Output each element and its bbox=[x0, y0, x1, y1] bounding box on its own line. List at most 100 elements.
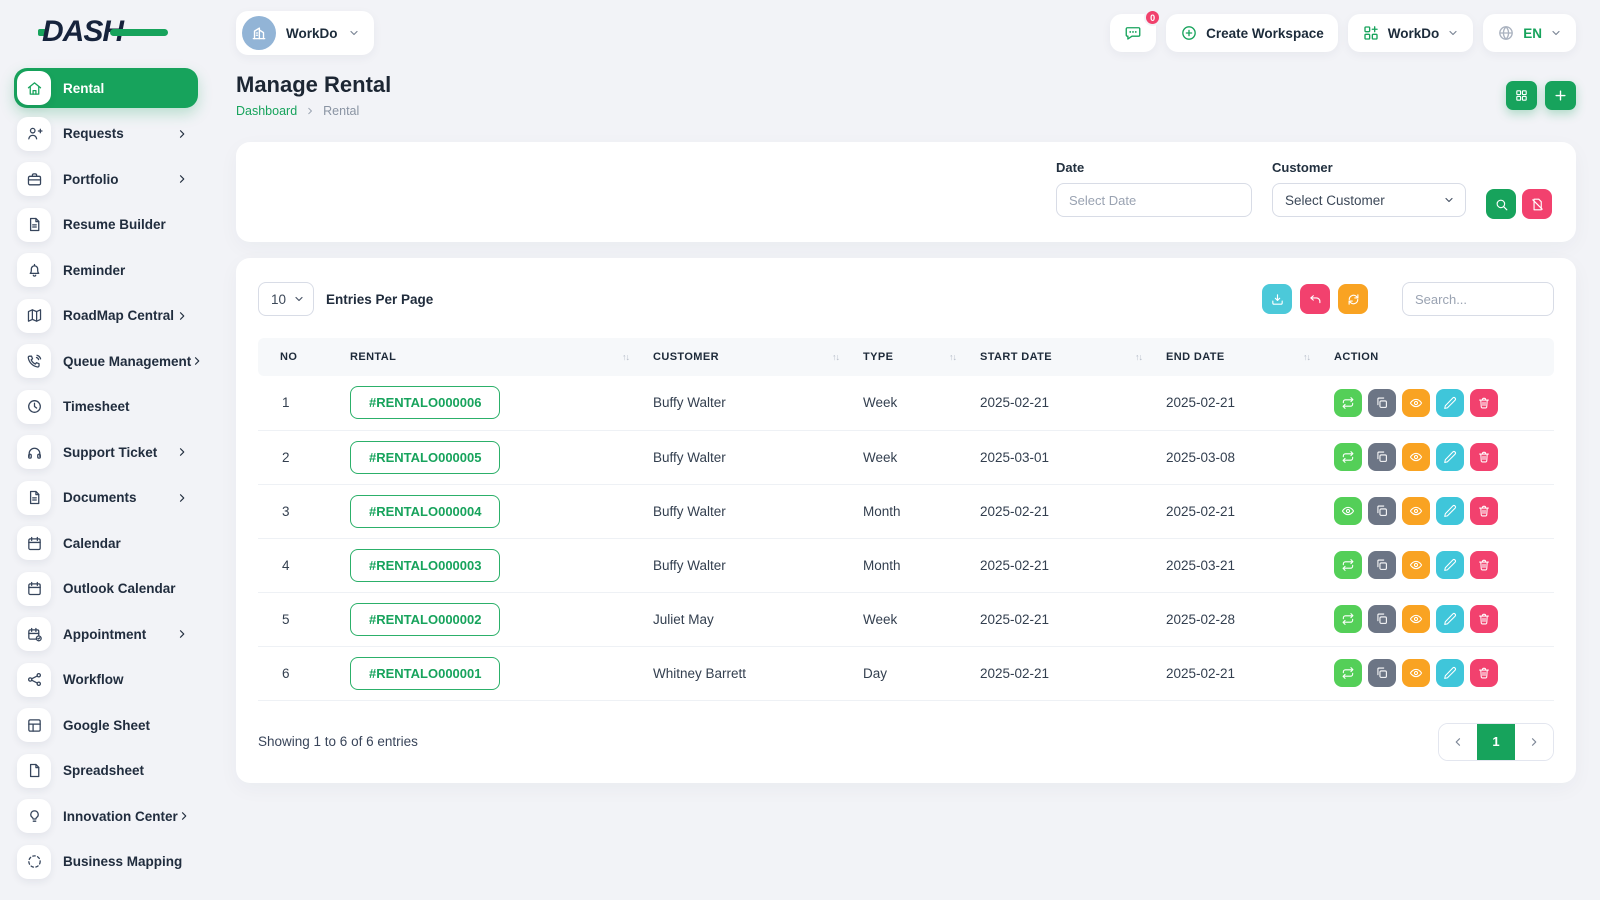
sidebar-item-outlook-calendar[interactable]: Outlook Calendar bbox=[14, 569, 198, 609]
eye-action-button[interactable] bbox=[1402, 605, 1430, 633]
app-root: DASH Rental Requests Portfolio Resume Bu… bbox=[0, 0, 1600, 900]
sidebar-item-workflow[interactable]: Workflow bbox=[14, 660, 198, 700]
workspace-selector[interactable]: WorkDo bbox=[236, 11, 374, 55]
sidebar-item-support-ticket[interactable]: Support Ticket bbox=[14, 432, 198, 472]
eye-icon bbox=[1409, 558, 1423, 572]
rental-id-link[interactable]: #RENTALO000004 bbox=[350, 495, 500, 528]
undo-button[interactable] bbox=[1300, 284, 1330, 314]
sidebar-item-business-mapping[interactable]: Business Mapping bbox=[14, 842, 198, 882]
pencil-action-button[interactable] bbox=[1436, 659, 1464, 687]
brand-logo[interactable]: DASH bbox=[14, 0, 198, 64]
clear-filter-button[interactable] bbox=[1522, 189, 1552, 219]
cell-no: 5 bbox=[258, 592, 338, 646]
pencil-action-button[interactable] bbox=[1436, 551, 1464, 579]
rental-id-link[interactable]: #RENTALO000006 bbox=[350, 386, 500, 419]
copy-icon bbox=[1375, 666, 1389, 680]
pagination: 1 bbox=[1438, 723, 1554, 761]
rental-id-link[interactable]: #RENTALO000001 bbox=[350, 657, 500, 690]
grid-view-button[interactable] bbox=[1506, 81, 1537, 110]
apply-filter-button[interactable] bbox=[1486, 189, 1516, 219]
sidebar-item-calendar[interactable]: Calendar bbox=[14, 523, 198, 563]
rental-id-link[interactable]: #RENTALO000002 bbox=[350, 603, 500, 636]
sidebar-item-reminder[interactable]: Reminder bbox=[14, 250, 198, 290]
pagination-next-button[interactable] bbox=[1515, 724, 1553, 760]
column-header-type[interactable]: TYPE↑↓ bbox=[851, 338, 968, 376]
pencil-action-button[interactable] bbox=[1436, 497, 1464, 525]
sidebar-item-resume-builder[interactable]: Resume Builder bbox=[14, 205, 198, 245]
chevron-right-icon bbox=[176, 628, 188, 640]
copy-action-button[interactable] bbox=[1368, 443, 1396, 471]
export-button[interactable] bbox=[1262, 284, 1292, 314]
sidebar-item-appointment[interactable]: Appointment bbox=[14, 614, 198, 654]
sidebar-item-rental[interactable]: Rental bbox=[14, 68, 198, 108]
repeat-action-button[interactable] bbox=[1334, 659, 1362, 687]
trash-action-button[interactable] bbox=[1470, 389, 1498, 417]
eye-action-button[interactable] bbox=[1402, 551, 1430, 579]
pencil-icon bbox=[1443, 666, 1457, 680]
sidebar-item-spreadsheet[interactable]: Spreadsheet bbox=[14, 751, 198, 791]
column-header-rental[interactable]: RENTAL↑↓ bbox=[338, 338, 641, 376]
repeat-action-button[interactable] bbox=[1334, 605, 1362, 633]
sidebar-item-portfolio[interactable]: Portfolio bbox=[14, 159, 198, 199]
breadcrumb-dashboard-link[interactable]: Dashboard bbox=[236, 104, 297, 118]
eye-action-button[interactable] bbox=[1402, 659, 1430, 687]
trash-icon bbox=[1477, 450, 1491, 464]
copy-action-button[interactable] bbox=[1368, 659, 1396, 687]
eye-action-button[interactable] bbox=[1402, 497, 1430, 525]
eye-action-button[interactable] bbox=[1334, 497, 1362, 525]
trash-action-button[interactable] bbox=[1470, 605, 1498, 633]
chevron-left-icon bbox=[1452, 736, 1464, 748]
trash-action-button[interactable] bbox=[1470, 497, 1498, 525]
entries-per-page-label: Entries Per Page bbox=[326, 292, 433, 307]
file-icon bbox=[26, 762, 43, 779]
rental-id-link[interactable]: #RENTALO000005 bbox=[350, 441, 500, 474]
apps-menu-button[interactable]: WorkDo bbox=[1348, 14, 1474, 52]
chevron-down-icon bbox=[1447, 27, 1459, 39]
customer-select[interactable]: Select Customer bbox=[1272, 183, 1466, 217]
sort-icon: ↑↓ bbox=[949, 352, 956, 362]
rental-id-link[interactable]: #RENTALO000003 bbox=[350, 549, 500, 582]
sidebar-item-google-sheet[interactable]: Google Sheet bbox=[14, 705, 198, 745]
chat-icon bbox=[1124, 24, 1142, 42]
messages-button[interactable]: 0 bbox=[1110, 14, 1156, 52]
repeat-action-button[interactable] bbox=[1334, 443, 1362, 471]
column-header-customer[interactable]: CUSTOMER↑↓ bbox=[641, 338, 851, 376]
sidebar-item-timesheet[interactable]: Timesheet bbox=[14, 387, 198, 427]
pagination-page-1[interactable]: 1 bbox=[1477, 724, 1515, 760]
pencil-action-button[interactable] bbox=[1436, 605, 1464, 633]
copy-action-button[interactable] bbox=[1368, 605, 1396, 633]
sidebar-item-roadmap-central[interactable]: RoadMap Central bbox=[14, 296, 198, 336]
repeat-action-button[interactable] bbox=[1334, 551, 1362, 579]
pagination-prev-button[interactable] bbox=[1439, 724, 1477, 760]
language-selector[interactable]: EN bbox=[1483, 14, 1576, 52]
repeat-action-button[interactable] bbox=[1334, 389, 1362, 417]
eye-action-button[interactable] bbox=[1402, 389, 1430, 417]
trash-action-button[interactable] bbox=[1470, 551, 1498, 579]
sidebar-item-documents[interactable]: Documents bbox=[14, 478, 198, 518]
date-input[interactable] bbox=[1056, 183, 1252, 217]
pencil-action-button[interactable] bbox=[1436, 389, 1464, 417]
calendar-icon bbox=[26, 580, 43, 597]
copy-icon bbox=[1375, 504, 1389, 518]
column-header-end-date[interactable]: END DATE↑↓ bbox=[1154, 338, 1322, 376]
sidebar-item-queue-management[interactable]: Queue Management bbox=[14, 341, 198, 381]
table-search-input[interactable] bbox=[1402, 282, 1554, 316]
sidebar-item-innovation-center[interactable]: Innovation Center bbox=[14, 796, 198, 836]
column-header-start-date[interactable]: START DATE↑↓ bbox=[968, 338, 1154, 376]
copy-action-button[interactable] bbox=[1368, 551, 1396, 579]
create-workspace-button[interactable]: Create Workspace bbox=[1166, 14, 1338, 52]
chevron-right-icon bbox=[176, 446, 188, 458]
sidebar-item-requests[interactable]: Requests bbox=[14, 114, 198, 154]
copy-action-button[interactable] bbox=[1368, 497, 1396, 525]
entries-per-page-select[interactable]: 10 bbox=[258, 282, 314, 316]
trash-action-button[interactable] bbox=[1470, 659, 1498, 687]
pencil-action-button[interactable] bbox=[1436, 443, 1464, 471]
sidebar-item-label: Google Sheet bbox=[63, 718, 150, 733]
trash-action-button[interactable] bbox=[1470, 443, 1498, 471]
eye-action-button[interactable] bbox=[1402, 443, 1430, 471]
refresh-button[interactable] bbox=[1338, 284, 1368, 314]
chevron-right-icon bbox=[178, 810, 190, 822]
cell-end-date: 2025-02-21 bbox=[1154, 646, 1322, 700]
add-rental-button[interactable] bbox=[1545, 81, 1576, 110]
copy-action-button[interactable] bbox=[1368, 389, 1396, 417]
